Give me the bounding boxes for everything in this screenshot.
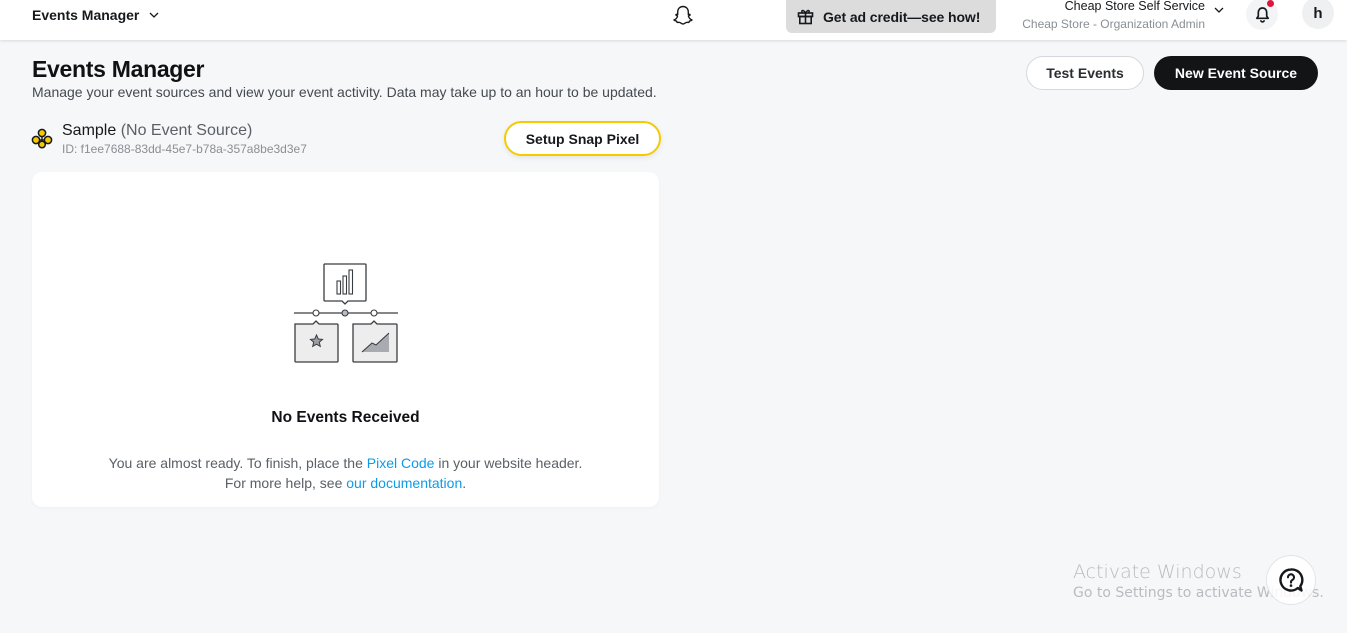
pixel-code-link[interactable]: Pixel Code — [367, 455, 435, 471]
chevron-down-icon — [149, 12, 159, 18]
setup-snap-pixel-button[interactable]: Setup Snap Pixel — [504, 121, 661, 156]
line1-text-after: in your website header. — [434, 455, 583, 471]
line1-text-before: You are almost ready. To finish, place t… — [108, 455, 367, 471]
empty-state-line-2: For more help, see our documentation. — [32, 473, 659, 493]
help-button[interactable] — [1266, 555, 1316, 605]
source-status: (No Event Source) — [120, 122, 253, 139]
app-name: Events Manager — [32, 7, 140, 23]
events-card: No Events Received You are almost ready.… — [32, 172, 659, 507]
chevron-down-icon[interactable] — [1213, 4, 1225, 16]
avatar[interactable]: h — [1302, 0, 1334, 29]
org-role: Cheap Store - Organization Admin — [1022, 17, 1205, 31]
empty-state-line-1: You are almost ready. To finish, place t… — [32, 453, 659, 473]
event-source-icon — [31, 128, 53, 149]
organization-switcher[interactable]: Cheap Store Self Service Cheap Store - O… — [1000, 0, 1205, 32]
event-source-name: Sample (No Event Source) — [62, 122, 252, 140]
empty-state-description: You are almost ready. To finish, place t… — [32, 453, 659, 493]
line2-text-after: . — [462, 475, 467, 491]
snapchat-ghost-icon[interactable] — [670, 3, 696, 29]
bell-icon — [1255, 6, 1269, 23]
activate-windows-title: Activate Windows — [1073, 561, 1242, 583]
ad-credit-promo-button[interactable]: Get ad credit—see how! — [786, 0, 996, 33]
notification-badge — [1267, 0, 1274, 7]
gift-icon — [797, 9, 814, 25]
line2-text-before: For more help, see — [224, 475, 347, 491]
help-chat-icon — [1279, 568, 1304, 592]
notifications-button[interactable] — [1246, 0, 1278, 30]
page-subtitle: Manage your event sources and view your … — [32, 84, 657, 100]
source-name: Sample — [62, 122, 117, 139]
top-navigation-bar: Events Manager Get ad credit—see how! Ch… — [0, 0, 1347, 40]
ad-credit-label: Get ad credit—see how! — [823, 8, 981, 25]
empty-state-title: No Events Received — [271, 409, 420, 426]
test-events-button[interactable]: Test Events — [1026, 56, 1144, 90]
app-switcher[interactable]: Events Manager — [32, 6, 160, 24]
documentation-link[interactable]: our documentation — [346, 475, 462, 491]
event-source-id: ID: f1ee7688-83dd-45e7-b78a-357a8be3d3e7 — [62, 142, 307, 156]
analytics-flow-illustration — [294, 263, 398, 363]
new-event-source-button[interactable]: New Event Source — [1154, 56, 1318, 90]
page-title: Events Manager — [32, 56, 205, 82]
org-name: Cheap Store Self Service — [1064, 0, 1205, 13]
